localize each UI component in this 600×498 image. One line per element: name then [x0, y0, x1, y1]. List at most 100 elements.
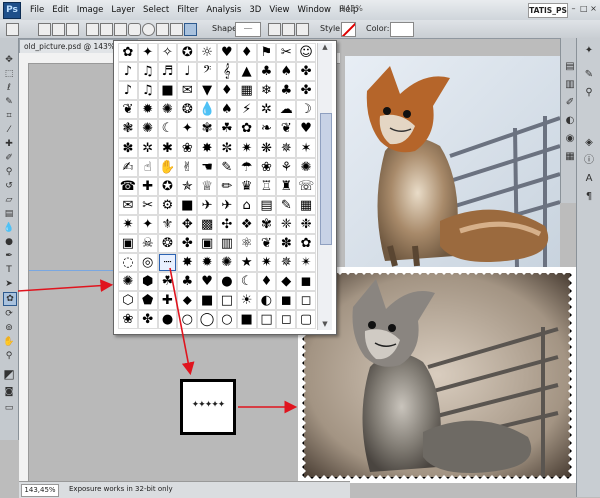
- shape-cell[interactable]: ⬥: [177, 291, 198, 311]
- menu-window[interactable]: Window: [293, 0, 335, 20]
- shape-cell[interactable]: ♣: [256, 62, 277, 82]
- shape-cell[interactable]: ✱: [157, 138, 178, 158]
- fill-pixels-icon[interactable]: [66, 23, 79, 36]
- shape-cell[interactable]: ✤: [296, 62, 316, 82]
- shape-cell[interactable]: ♫: [137, 81, 158, 101]
- restore-icon[interactable]: □: [580, 3, 588, 14]
- shape-cell[interactable]: ✹: [137, 100, 158, 120]
- paths-icon[interactable]: ✐: [563, 96, 577, 109]
- styles-icon[interactable]: ✦: [582, 44, 596, 57]
- shape-cell[interactable]: ▦: [296, 195, 316, 215]
- app-zoom-level[interactable]: 143%: [340, 4, 363, 13]
- shape-cell[interactable]: ✈: [197, 195, 217, 215]
- shape-cell[interactable]: ✏: [216, 176, 237, 196]
- shape-cell[interactable]: ✤: [296, 81, 316, 101]
- menu-layer[interactable]: Layer: [107, 0, 139, 20]
- shape-cell[interactable]: ✲: [256, 100, 277, 120]
- shape-cell[interactable]: ☼: [197, 43, 217, 63]
- pen-option-icon[interactable]: [86, 23, 99, 36]
- custom-shape-icon[interactable]: ✿: [3, 292, 17, 306]
- scroll-up-icon[interactable]: ▲: [318, 43, 332, 53]
- shape-cell[interactable]: ◌: [118, 253, 138, 273]
- brush-panel-icon[interactable]: ✎: [582, 68, 596, 81]
- shape-cell[interactable]: ✺: [296, 157, 316, 177]
- shape-cell[interactable]: ❀: [177, 138, 198, 158]
- shape-cell[interactable]: ▣: [197, 233, 217, 254]
- menu-analysis[interactable]: Analysis: [202, 0, 245, 20]
- shape-cell[interactable]: ✪: [177, 43, 198, 63]
- workspace-switcher[interactable]: TATIS_PS: [528, 3, 568, 18]
- shape-cell[interactable]: ✤: [177, 233, 198, 254]
- shape-cell[interactable]: ✴: [296, 253, 316, 273]
- shape-cell[interactable]: ✂: [276, 43, 297, 63]
- shape-cell[interactable]: ☘: [216, 119, 237, 139]
- 3d-rotate-icon[interactable]: ⟳: [3, 308, 15, 320]
- hand-icon[interactable]: ✋: [3, 336, 15, 348]
- shape-cell[interactable]: ✸: [197, 138, 217, 158]
- minimize-icon[interactable]: –: [570, 3, 577, 14]
- lasso-icon[interactable]: ℓ: [3, 82, 15, 94]
- shape-cell[interactable]: ■: [177, 195, 198, 215]
- shape-cell[interactable]: ☾: [157, 119, 178, 139]
- shape-cell[interactable]: ✲: [137, 138, 158, 158]
- shape-cell[interactable]: ◆: [276, 272, 297, 292]
- menu-image[interactable]: Image: [73, 0, 108, 20]
- shape-cell[interactable]: ❈: [276, 214, 297, 234]
- shape-cell[interactable]: ❖: [236, 214, 257, 234]
- shape-cell[interactable]: ⬢: [137, 272, 158, 292]
- shape-cell[interactable]: ◎: [137, 253, 158, 273]
- shape-cell[interactable]: ❃: [118, 119, 138, 139]
- shape-cell[interactable]: ✷: [236, 138, 257, 158]
- shape-cell[interactable]: ❂: [177, 100, 198, 120]
- shape-cell[interactable]: ♪: [118, 81, 138, 101]
- menu-file[interactable]: File: [26, 0, 48, 20]
- shape-cell[interactable]: ✸: [177, 253, 198, 273]
- eyedropper-icon[interactable]: ⁄: [3, 124, 15, 136]
- shape-cell[interactable]: ✣: [216, 214, 237, 234]
- shape-cell[interactable]: ○: [177, 310, 198, 330]
- navigator-icon[interactable]: ◈: [582, 136, 596, 149]
- gradient-icon[interactable]: ▤: [3, 208, 15, 220]
- shape-cell[interactable]: ❄: [256, 81, 277, 101]
- combine-subtract-icon[interactable]: [282, 23, 295, 36]
- status-zoom-field[interactable]: 143,45%: [21, 484, 59, 497]
- shape-cell[interactable]: ▼: [197, 81, 217, 101]
- shape-cell[interactable]: 𝄞: [216, 62, 237, 82]
- shape-cell[interactable]: ☽: [296, 100, 316, 120]
- tool-preset-icon[interactable]: [6, 23, 19, 36]
- shape-cell[interactable]: ✦: [137, 214, 158, 234]
- shape-cell[interactable]: ▲: [236, 62, 257, 82]
- shape-cell[interactable]: ●: [216, 272, 237, 292]
- 3d-orbit-icon[interactable]: ⊚: [3, 322, 15, 334]
- shape-cell[interactable]: ✚: [137, 176, 158, 196]
- photoshop-logo[interactable]: Ps: [3, 2, 21, 19]
- character-icon[interactable]: A: [582, 172, 596, 185]
- shape-cell[interactable]: ❂: [157, 233, 178, 254]
- shape-cell[interactable]: ☂: [236, 157, 257, 177]
- shape-cell[interactable]: ♠: [216, 100, 237, 120]
- path-select-icon[interactable]: ➤: [3, 278, 15, 290]
- shape-cell[interactable]: ✺: [216, 253, 237, 273]
- shape-cell[interactable]: ✷: [256, 253, 277, 273]
- close-icon[interactable]: ×: [590, 3, 597, 14]
- pen-icon[interactable]: ✒: [3, 250, 15, 262]
- brush-icon[interactable]: ✐: [3, 152, 15, 164]
- shape-cell[interactable]: ♥: [296, 119, 316, 139]
- shape-layers-icon[interactable]: [38, 23, 51, 36]
- shape-cell[interactable]: ☝: [137, 157, 158, 177]
- shape-cell[interactable]: ❦: [256, 233, 277, 254]
- marquee-icon[interactable]: ⬚: [3, 68, 15, 80]
- style-picker[interactable]: [341, 22, 356, 37]
- shape-cell[interactable]: ♠: [276, 62, 297, 82]
- shape-cell[interactable]: ✵: [276, 253, 297, 273]
- shape-cell[interactable]: ✷: [118, 214, 138, 234]
- shape-cell[interactable]: ◻: [276, 310, 297, 330]
- move-icon[interactable]: ✥: [3, 54, 15, 66]
- menu-view[interactable]: View: [265, 0, 293, 20]
- shape-cell[interactable]: ♬: [157, 62, 178, 82]
- shape-cell[interactable]: ◻: [296, 291, 316, 311]
- shape-cell[interactable]: □: [216, 291, 237, 311]
- shape-cell[interactable]: ☘: [157, 272, 178, 292]
- shape-cell[interactable]: ✤: [137, 310, 158, 330]
- combine-intersect-icon[interactable]: [296, 23, 309, 36]
